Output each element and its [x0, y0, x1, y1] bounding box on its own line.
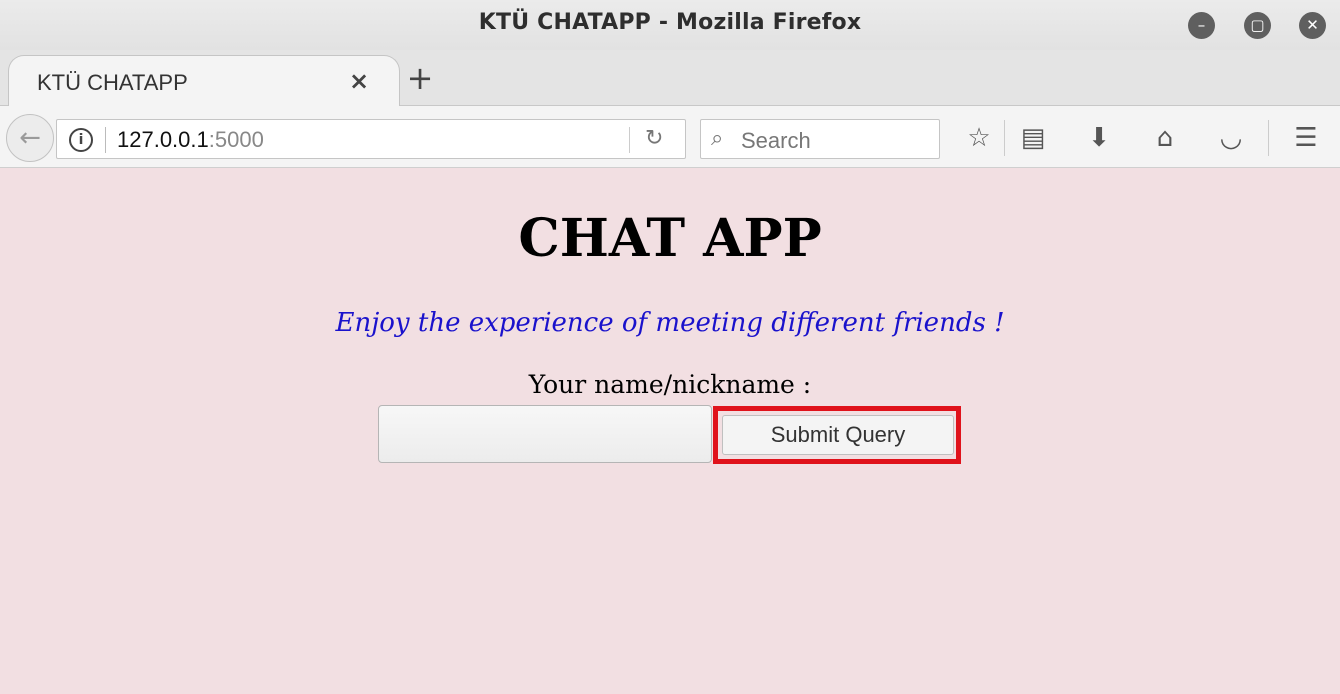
back-arrow-icon[interactable]: ←: [6, 114, 54, 162]
reading-list-icon[interactable]: ▤: [1017, 122, 1049, 154]
navigation-toolbar: ← i 127.0.0.1:5000 ↻ ⌕ Search ☆ ▤ ⬇ ⌂ ◡ …: [0, 106, 1340, 168]
search-input[interactable]: ⌕ Search: [700, 119, 940, 159]
site-info-icon[interactable]: i: [69, 128, 93, 152]
new-tab-icon[interactable]: +: [402, 58, 438, 98]
url-bar[interactable]: i 127.0.0.1:5000 ↻: [56, 119, 686, 159]
name-label: Your name/nickname :: [528, 370, 812, 399]
url-port: :5000: [208, 127, 264, 152]
name-input[interactable]: [378, 405, 712, 463]
toolbar-separator: [1268, 120, 1269, 156]
url-separator-right: [629, 127, 630, 153]
tagline-text: Enjoy the experience of meeting differen…: [335, 308, 1005, 338]
url-text[interactable]: 127.0.0.1:5000: [117, 127, 264, 153]
search-icon: ⌕: [711, 126, 724, 151]
window-title: KTÜ CHATAPP - Mozilla Firefox: [478, 10, 862, 35]
tab-strip: KTÜ CHATAPP × +: [0, 50, 1340, 107]
window-titlebar: KTÜ CHATAPP - Mozilla Firefox – ▢ ✕: [0, 0, 1340, 50]
download-icon[interactable]: ⬇: [1083, 122, 1115, 154]
url-host: 127.0.0.1: [117, 127, 209, 152]
minimize-icon[interactable]: –: [1188, 12, 1215, 39]
url-separator: [105, 127, 106, 153]
close-tab-icon[interactable]: ×: [349, 67, 369, 95]
page-title: CHAT APP: [518, 208, 822, 269]
home-icon[interactable]: ⌂: [1149, 122, 1181, 154]
tab-label: KTÜ CHATAPP: [37, 70, 188, 95]
maximize-icon[interactable]: ▢: [1244, 12, 1271, 39]
menu-hamburger-icon[interactable]: ☰: [1290, 122, 1322, 154]
pocket-icon[interactable]: ◡: [1215, 122, 1247, 154]
toolbar-separator: [1004, 120, 1005, 156]
bookmark-star-icon[interactable]: ☆: [963, 122, 995, 154]
close-window-icon[interactable]: ✕: [1299, 12, 1326, 39]
search-placeholder: Search: [741, 128, 811, 153]
submit-query-button[interactable]: Submit Query: [722, 415, 954, 455]
page-content: CHAT APP Enjoy the experience of meeting…: [0, 168, 1340, 694]
tab-chatapp[interactable]: KTÜ CHATAPP ×: [8, 55, 400, 107]
reload-icon[interactable]: ↻: [645, 126, 663, 151]
